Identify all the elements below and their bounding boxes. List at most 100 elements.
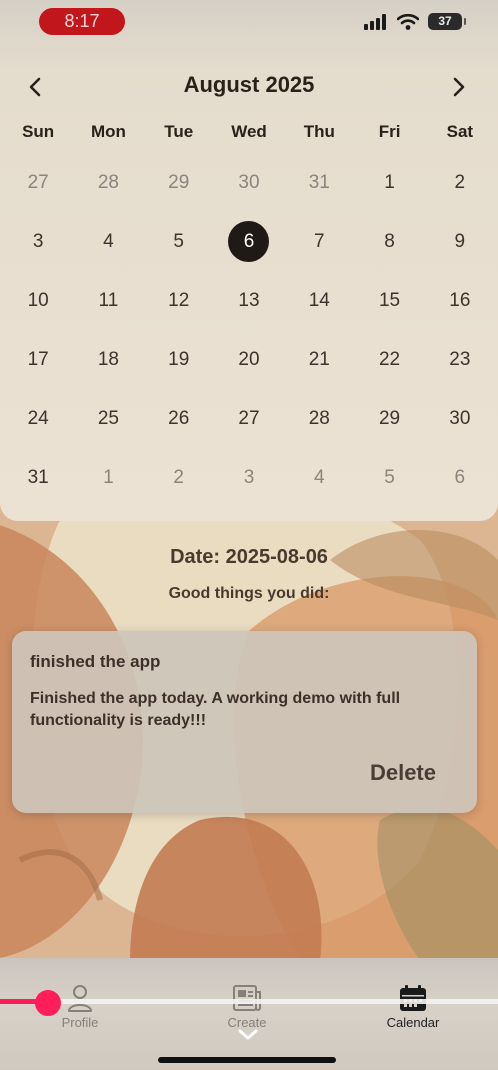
chevron-down-icon [238, 1029, 258, 1040]
calendar-day[interactable]: 5 [354, 448, 424, 507]
cellular-signal-icon [364, 13, 386, 30]
calendar-day[interactable]: 21 [284, 330, 354, 389]
status-time: 8:17 [39, 8, 125, 35]
calendar-day-label: 6 [228, 221, 270, 262]
calendar-day-label: 18 [97, 348, 119, 370]
calendar-day-label: 3 [243, 466, 255, 488]
calendar-day-label: 13 [238, 289, 260, 311]
calendar-day[interactable]: 8 [354, 212, 424, 271]
calendar-day-label: 2 [454, 171, 466, 193]
calendar-day[interactable]: 22 [354, 330, 424, 389]
calendar-day[interactable]: 9 [425, 212, 495, 271]
calendar-day[interactable]: 12 [144, 271, 214, 330]
calendar-day[interactable]: 16 [425, 271, 495, 330]
weekday-label: Tue [164, 122, 194, 141]
good-thing-entry-card: finished the app Finished the app today.… [12, 631, 477, 813]
calendar-day-label: 29 [378, 407, 401, 429]
calendar-icon [400, 985, 426, 1011]
calendar-day[interactable]: 5 [144, 212, 214, 271]
calendar-day-label: 16 [449, 289, 471, 311]
calendar-day[interactable]: 7 [284, 212, 354, 271]
newspaper-icon [233, 985, 261, 1011]
calendar-day-label: 21 [308, 348, 330, 370]
calendar-day[interactable]: 14 [284, 271, 354, 330]
calendar-day[interactable]: 31 [3, 448, 73, 507]
wifi-icon [397, 13, 419, 30]
person-icon [68, 985, 92, 1012]
weekday-label: Mon [90, 122, 126, 141]
playback-scrubber-track[interactable] [0, 999, 498, 1004]
calendar-day[interactable]: 4 [284, 448, 354, 507]
weekday-label: Thu [303, 122, 335, 141]
calendar-day[interactable]: 23 [425, 330, 495, 389]
home-indicator[interactable] [158, 1057, 336, 1063]
calendar-day[interactable]: 10 [3, 271, 73, 330]
calendar-day-label: 7 [313, 230, 325, 252]
tab-profile-label: Profile [61, 1015, 99, 1030]
calendar-day-label: 8 [384, 230, 395, 252]
calendar-day[interactable]: 19 [144, 330, 214, 389]
calendar-day[interactable]: 28 [73, 153, 143, 212]
playback-scrubber-handle[interactable] [35, 990, 61, 1016]
calendar-day[interactable]: 29 [354, 389, 424, 448]
bottom-navigation: Profile Create Calendar [0, 958, 498, 1070]
calendar-day-label: 24 [27, 407, 49, 429]
tab-calendar[interactable]: Calendar [363, 980, 463, 1030]
calendar-day-label: 9 [454, 230, 466, 252]
calendar-day[interactable]: 2 [144, 448, 214, 507]
calendar-day[interactable]: 15 [354, 271, 424, 330]
selected-date-label: Date: 2025-08-06 [170, 546, 328, 568]
calendar-day-label: 10 [27, 289, 49, 311]
calendar-header: August 2025 [0, 68, 498, 104]
calendar-day[interactable]: 1 [354, 153, 424, 212]
calendar-day[interactable]: 31 [284, 153, 354, 212]
calendar-day-label: 17 [27, 348, 49, 370]
good-things-heading: Good things you did: [168, 585, 330, 602]
calendar-day[interactable]: 30 [214, 153, 284, 212]
calendar-day[interactable]: 24 [3, 389, 73, 448]
calendar-day[interactable]: 29 [144, 153, 214, 212]
calendar-day-label: 4 [313, 466, 325, 488]
weekday-header: Sun Mon Tue Wed Thu Fri Sat [3, 122, 495, 142]
calendar-day-label: 31 [308, 171, 330, 193]
calendar-day[interactable]: 20 [214, 330, 284, 389]
calendar-day[interactable]: 11 [73, 271, 143, 330]
calendar-day[interactable]: 2 [425, 153, 495, 212]
calendar-day-label: 25 [97, 407, 119, 429]
calendar-day-label: 6 [454, 466, 466, 488]
calendar-day-label: 26 [168, 407, 190, 429]
calendar-day[interactable]: 3 [3, 212, 73, 271]
calendar-day-label: 3 [32, 230, 44, 252]
calendar-day[interactable]: 30 [425, 389, 495, 448]
calendar-day[interactable]: 13 [214, 271, 284, 330]
calendar-day[interactable]: 4 [73, 212, 143, 271]
calendar-day[interactable]: 17 [3, 330, 73, 389]
weekday-label: Sat [446, 122, 474, 141]
calendar-day-label: 12 [168, 289, 190, 311]
calendar-day-selected[interactable]: 6 [214, 212, 284, 271]
month-title: August 2025 [183, 72, 315, 97]
weekday-label: Fri [378, 122, 401, 141]
next-month-button[interactable] [444, 72, 474, 102]
calendar-day-label: 30 [449, 407, 471, 429]
calendar-day[interactable]: 26 [144, 389, 214, 448]
calendar-day-label: 1 [103, 466, 114, 488]
calendar-day-label: 5 [384, 466, 395, 488]
calendar-day-label: 23 [449, 348, 471, 370]
calendar-day[interactable]: 28 [284, 389, 354, 448]
calendar-day[interactable]: 6 [425, 448, 495, 507]
tab-create[interactable]: Create [197, 980, 297, 1030]
calendar-day-label: 28 [97, 171, 119, 193]
calendar-day[interactable]: 27 [214, 389, 284, 448]
calendar-day[interactable]: 27 [3, 153, 73, 212]
weekday-label: Wed [231, 122, 267, 141]
status-bar: 8:17 37 [0, 0, 498, 44]
calendar-day[interactable]: 1 [73, 448, 143, 507]
collapse-button[interactable] [237, 1028, 259, 1047]
calendar-day[interactable]: 25 [73, 389, 143, 448]
delete-button[interactable]: Delete [370, 760, 436, 786]
calendar-day-label: 20 [238, 348, 260, 370]
calendar-day[interactable]: 3 [214, 448, 284, 507]
calendar-day[interactable]: 18 [73, 330, 143, 389]
tab-calendar-label: Calendar [386, 1015, 440, 1030]
